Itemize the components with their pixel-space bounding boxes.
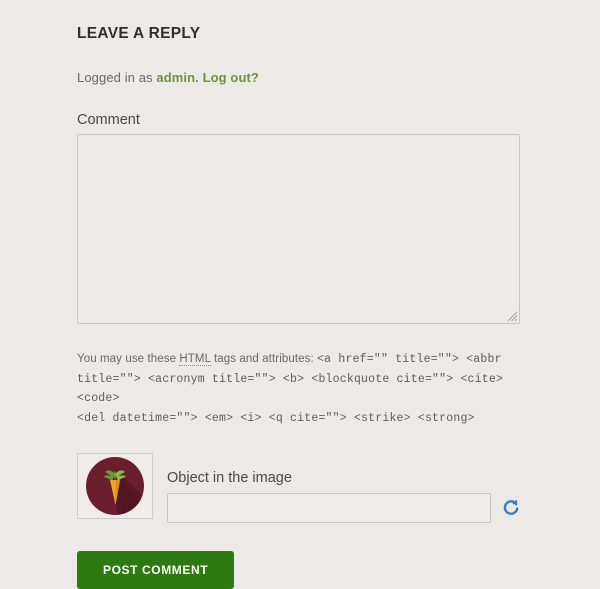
carrot-icon — [86, 457, 144, 515]
allowed-tags-line-3: <del datetime=""> <em> <i> <q cite=""> <… — [77, 411, 475, 425]
log-out-link[interactable]: Log out? — [199, 70, 259, 85]
admin-profile-link[interactable]: admin. — [156, 70, 199, 85]
page-title: Leave a Reply — [77, 25, 201, 42]
logged-in-status: Logged in as admin. Log out? — [77, 43, 527, 85]
captcha-input[interactable] — [167, 493, 491, 523]
post-comment-button[interactable]: Post Comment — [77, 551, 235, 589]
comment-input[interactable] — [77, 134, 520, 324]
comment-form-section: Leave a Reply Logged in as admin. Log ou… — [77, 0, 527, 589]
captcha-image-container — [77, 453, 153, 519]
captcha-field-label: Object in the image — [167, 470, 292, 486]
comment-textarea-wrapper — [77, 134, 520, 324]
allowed-html-tags-help: You may use these HTML tags and attribut… — [77, 329, 529, 427]
refresh-icon[interactable] — [502, 499, 521, 518]
captcha-section: Object in the image — [77, 427, 527, 523]
comment-field-label: Comment — [77, 112, 140, 128]
captcha-fields: Object in the image — [153, 453, 521, 523]
captcha-input-row — [167, 493, 521, 523]
logged-in-prefix: Logged in as — [77, 70, 157, 85]
allowed-tags-line-2: title=""> <acronym title=""> <b> <blockq… — [77, 372, 504, 406]
allowed-tags-line-1: <a href="" title=""> <abbr — [317, 353, 502, 366]
help-lead-before: You may use these — [77, 353, 180, 365]
help-lead-after: tags and attributes: — [210, 353, 318, 365]
html-abbr: HTML — [179, 353, 211, 366]
